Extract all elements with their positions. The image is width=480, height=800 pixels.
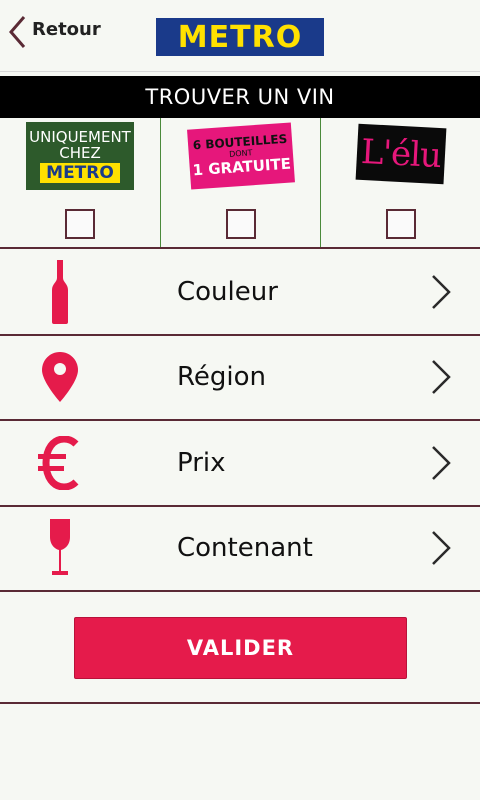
- valider-label: VALIDER: [186, 636, 295, 660]
- menu-item-label: Prix: [177, 447, 226, 478]
- chevron-right-icon: [432, 531, 451, 566]
- metro-logo: METRO: [156, 18, 324, 56]
- criteria-list: Couleur Région Prix Contenant: [0, 250, 480, 592]
- chevron-left-icon: [9, 16, 26, 48]
- menu-item-label: Couleur: [177, 276, 278, 307]
- badge-line: 1 GRATUITE: [192, 154, 292, 180]
- back-label: Retour: [32, 18, 101, 40]
- wine-bottle-icon: [38, 259, 82, 324]
- l-elu-badge: L'élu: [355, 123, 447, 185]
- chevron-right-icon: [432, 274, 451, 309]
- menu-item-label: Contenant: [177, 533, 313, 564]
- title-bar: TROUVER UN VIN: [0, 76, 480, 118]
- menu-item-region[interactable]: Région: [0, 336, 480, 421]
- euro-icon: [38, 431, 82, 495]
- menu-item-prix[interactable]: Prix: [0, 421, 480, 507]
- valider-button[interactable]: VALIDER: [74, 617, 407, 679]
- badge-line: METRO: [40, 163, 120, 183]
- chevron-right-icon: [432, 445, 451, 480]
- chevron-right-icon: [432, 360, 451, 395]
- badge-line: L'élu: [360, 131, 442, 177]
- header: Retour METRO: [0, 0, 480, 72]
- submit-area: VALIDER: [0, 592, 480, 704]
- menu-item-couleur[interactable]: Couleur: [0, 250, 480, 336]
- back-button[interactable]: Retour: [6, 12, 101, 52]
- checkbox-l-elu[interactable]: [386, 209, 416, 239]
- filter-options: UNIQUEMENT CHEZ METRO 6 BOUTEILLES DONT …: [0, 118, 480, 249]
- page-title: TROUVER UN VIN: [145, 85, 335, 109]
- six-bouteilles-badge: 6 BOUTEILLES DONT 1 GRATUITE: [187, 122, 295, 190]
- logo-text: METRO: [177, 19, 303, 55]
- wine-glass-icon: [38, 516, 82, 580]
- checkbox-six-bouteilles[interactable]: [226, 209, 256, 239]
- menu-item-contenant[interactable]: Contenant: [0, 507, 480, 592]
- uniquement-chez-metro-badge: UNIQUEMENT CHEZ METRO: [26, 122, 134, 190]
- filter-l-elu: L'élu: [320, 118, 480, 247]
- badge-line: CHEZ: [59, 144, 101, 162]
- badge-line: UNIQUEMENT: [29, 128, 131, 146]
- location-pin-icon: [38, 345, 82, 409]
- checkbox-uniquement-chez-metro[interactable]: [65, 209, 95, 239]
- filter-uniquement-chez-metro: UNIQUEMENT CHEZ METRO: [0, 118, 160, 247]
- menu-item-label: Région: [177, 362, 267, 393]
- filter-six-bouteilles: 6 BOUTEILLES DONT 1 GRATUITE: [160, 118, 320, 247]
